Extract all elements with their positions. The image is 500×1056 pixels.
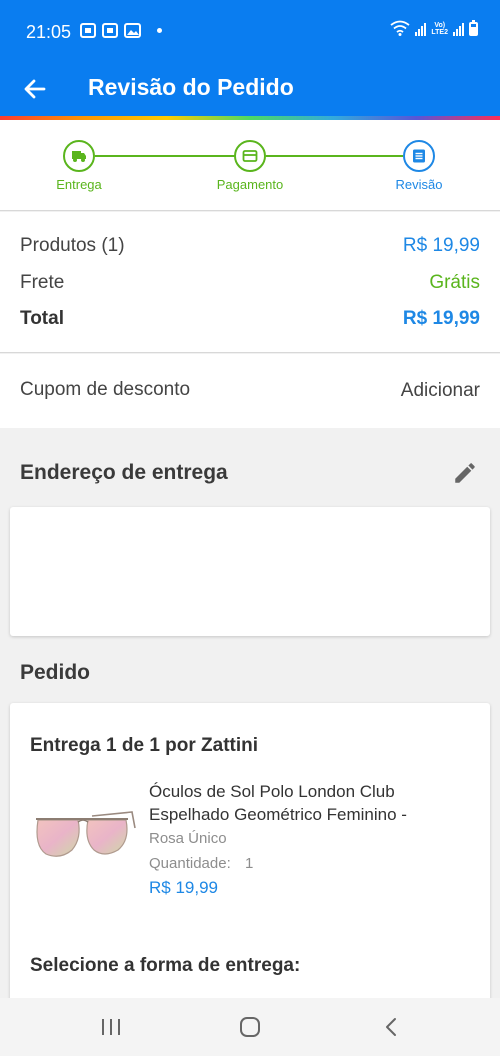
quantity-value: 1 xyxy=(245,855,254,872)
sunglasses-icon[interactable] xyxy=(32,808,136,866)
step-connector xyxy=(266,155,403,157)
step-pagamento[interactable] xyxy=(234,140,266,172)
checkout-stepper: Entrega Pagamento Revisão xyxy=(0,120,500,211)
product-name-line1[interactable]: Óculos de Sol Polo London Club xyxy=(149,782,395,802)
pencil-icon[interactable] xyxy=(452,460,478,486)
step-label: Revisão xyxy=(395,177,443,192)
delivery-heading: Entrega 1 de 1 por Zattini xyxy=(30,735,259,756)
total-value: R$ 19,99 xyxy=(402,308,480,329)
summary-row-products: Produtos (1) R$ 19,99 xyxy=(20,235,480,257)
status-time: 21:05 xyxy=(26,22,72,42)
page-title: Revisão do Pedido xyxy=(88,74,294,100)
battery-icon xyxy=(469,20,478,36)
status-notification-icons xyxy=(80,23,162,38)
coupon-row[interactable]: Cupom de desconto Adicionar xyxy=(0,354,500,428)
wifi-icon xyxy=(390,20,410,36)
products-label: Produtos (1) xyxy=(20,235,125,256)
signal-icon xyxy=(453,23,464,36)
status-bar: 21:05 Vo) LTE2 xyxy=(0,0,500,62)
system-nav-bar xyxy=(0,998,500,1056)
sim-icon xyxy=(80,23,96,38)
product-name-line2[interactable]: Espelhado Geométrico Feminino - xyxy=(149,805,407,825)
status-system-icons: Vo) LTE2 xyxy=(390,20,478,36)
address-section-title: Endereço de entrega xyxy=(20,461,228,484)
product-price: R$ 19,99 xyxy=(149,878,218,897)
recent-apps-icon[interactable] xyxy=(100,1017,122,1037)
order-section-title: Pedido xyxy=(20,661,91,684)
back-icon[interactable] xyxy=(381,1016,401,1038)
shipping-method-prompt: Selecione a forma de entrega: xyxy=(30,955,301,976)
list-icon xyxy=(413,149,425,163)
products-value: R$ 19,99 xyxy=(402,235,480,256)
summary-row-shipping: Frete Grátis xyxy=(20,272,480,294)
sim-icon xyxy=(102,23,118,38)
coupon-label: Cupom de desconto xyxy=(20,379,191,400)
step-label: Entrega xyxy=(56,177,102,192)
shipping-value: Grátis xyxy=(429,272,480,293)
order-summary: Produtos (1) R$ 19,99 Frete Grátis Total… xyxy=(0,212,500,353)
arrow-left-icon[interactable] xyxy=(20,74,50,104)
address-card[interactable] xyxy=(10,507,490,636)
truck-icon xyxy=(72,151,86,162)
quantity-label: Quantidade: xyxy=(149,855,231,872)
product-variant: Rosa Único xyxy=(149,830,227,847)
step-revisao[interactable] xyxy=(403,140,435,172)
step-label: Pagamento xyxy=(216,177,284,192)
step-connector xyxy=(95,155,235,157)
card-icon xyxy=(242,150,258,162)
network-type-label: Vo) LTE2 xyxy=(431,22,448,36)
order-card: Entrega 1 de 1 por Zattini Óculos de Sol… xyxy=(10,703,490,1013)
dot-icon xyxy=(157,28,162,33)
home-icon[interactable] xyxy=(239,1016,261,1038)
image-icon xyxy=(124,23,141,38)
add-coupon-button[interactable]: Adicionar xyxy=(401,380,480,402)
app-bar: Revisão do Pedido xyxy=(0,62,500,116)
shipping-label: Frete xyxy=(20,272,65,293)
summary-row-total: Total R$ 19,99 xyxy=(20,308,480,330)
signal-icon xyxy=(415,23,427,36)
total-label: Total xyxy=(20,308,64,329)
step-entrega[interactable] xyxy=(63,140,95,172)
